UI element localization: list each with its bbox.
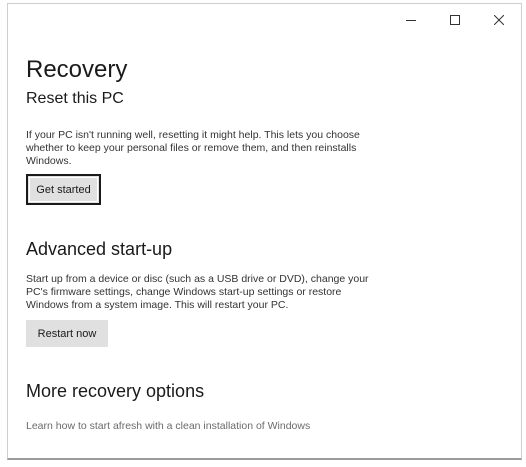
title-bar[interactable] [8, 4, 521, 36]
minimize-button[interactable] [389, 4, 433, 36]
clean-install-link[interactable]: Learn how to start afresh with a clean i… [26, 420, 310, 432]
maximize-button[interactable] [433, 4, 477, 36]
reset-section-title: Reset this PC [26, 90, 124, 107]
maximize-icon [450, 15, 460, 25]
reset-description: If your PC isn't running well, resetting… [26, 129, 360, 167]
settings-window: Recovery Reset this PC If your PC isn't … [7, 3, 522, 460]
more-recovery-title: More recovery options [26, 381, 205, 401]
get-started-button[interactable]: Get started [26, 174, 101, 205]
caption-buttons [389, 4, 521, 36]
page-title: Recovery [26, 56, 128, 83]
advanced-startup-title: Advanced start-up [26, 239, 173, 259]
restart-now-button[interactable]: Restart now [26, 320, 108, 347]
close-icon [494, 15, 504, 25]
minimize-icon [406, 15, 416, 25]
advanced-startup-description: Start up from a device or disc (such as … [26, 273, 369, 311]
close-button[interactable] [477, 4, 521, 36]
